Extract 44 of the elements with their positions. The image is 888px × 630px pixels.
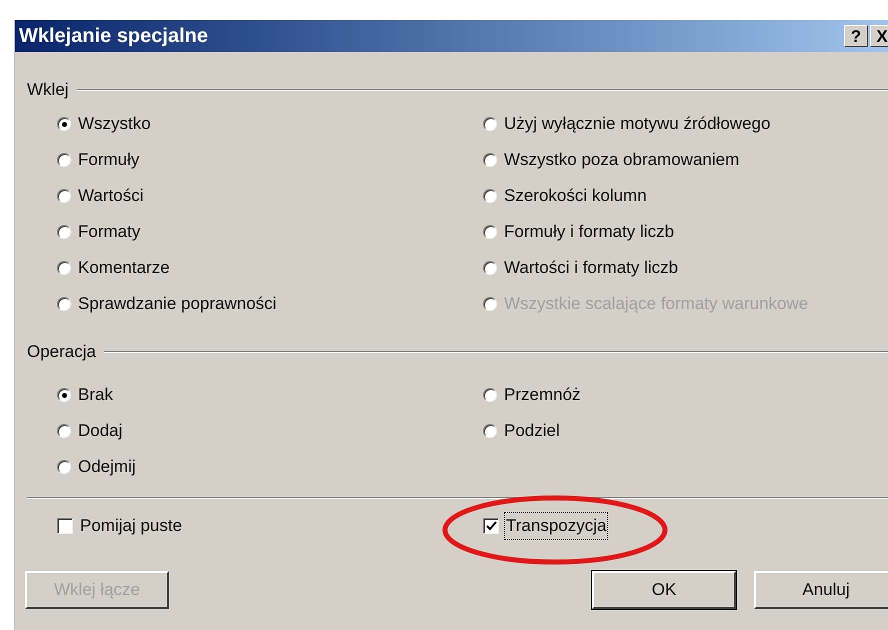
radio-label: Odejmij — [78, 456, 136, 478]
group-label: Operacja — [27, 341, 97, 364]
radio-label: Użyj wyłącznie motywu źródłowego — [504, 113, 770, 136]
radio-button[interactable] — [57, 388, 71, 402]
radio-button[interactable] — [483, 153, 497, 167]
dialog-button[interactable]: Anuluj — [754, 571, 888, 609]
radio-label: Podziel — [504, 420, 560, 442]
radio-button[interactable] — [57, 460, 71, 474]
radio-label: Wartości i formaty liczb — [504, 257, 678, 280]
radio-label: Formaty — [78, 221, 140, 244]
radio-button[interactable] — [57, 225, 71, 239]
radio-label: Wartości — [78, 185, 144, 208]
radio-button[interactable] — [483, 225, 497, 239]
radio-label: Szerokości kolumn — [504, 185, 647, 208]
radio-label: Wszystko poza obramowaniem — [504, 149, 740, 172]
help-button[interactable]: ? — [844, 25, 868, 47]
radio-label: Formuły — [78, 149, 140, 172]
radio-button[interactable] — [483, 117, 497, 131]
radio-label: Formuły i formaty liczb — [504, 221, 674, 244]
checkbox[interactable] — [57, 518, 73, 534]
radio-label: Brak — [78, 384, 113, 406]
radio-label: Wszystko — [78, 113, 151, 136]
radio-button[interactable] — [483, 424, 497, 438]
checkbox-label: Pomijaj puste — [79, 515, 184, 538]
checkbox[interactable] — [483, 518, 499, 534]
radio-button[interactable] — [57, 189, 71, 203]
radio-button[interactable] — [57, 153, 71, 167]
check-icon — [486, 521, 496, 531]
radio-button[interactable] — [483, 261, 497, 275]
radio-label: Komentarze — [78, 257, 170, 280]
radio-button[interactable] — [483, 388, 497, 402]
radio-label: Przemnóż — [504, 384, 581, 406]
radio-button[interactable] — [483, 189, 497, 203]
close-button[interactable]: X — [870, 25, 888, 47]
group-label: Wklej — [27, 79, 70, 102]
radio-label: Dodaj — [78, 420, 122, 442]
radio-label: Sprawdzanie poprawności — [78, 293, 276, 316]
radio-button[interactable] — [57, 261, 71, 275]
radio-button[interactable] — [57, 117, 71, 131]
radio-button[interactable] — [57, 424, 71, 438]
dialog-button[interactable]: OK — [592, 571, 736, 609]
radio-button[interactable] — [57, 297, 71, 311]
window-title: Wklejanie specjalne — [19, 24, 208, 49]
checkbox-label: Transpozycja — [505, 513, 608, 539]
